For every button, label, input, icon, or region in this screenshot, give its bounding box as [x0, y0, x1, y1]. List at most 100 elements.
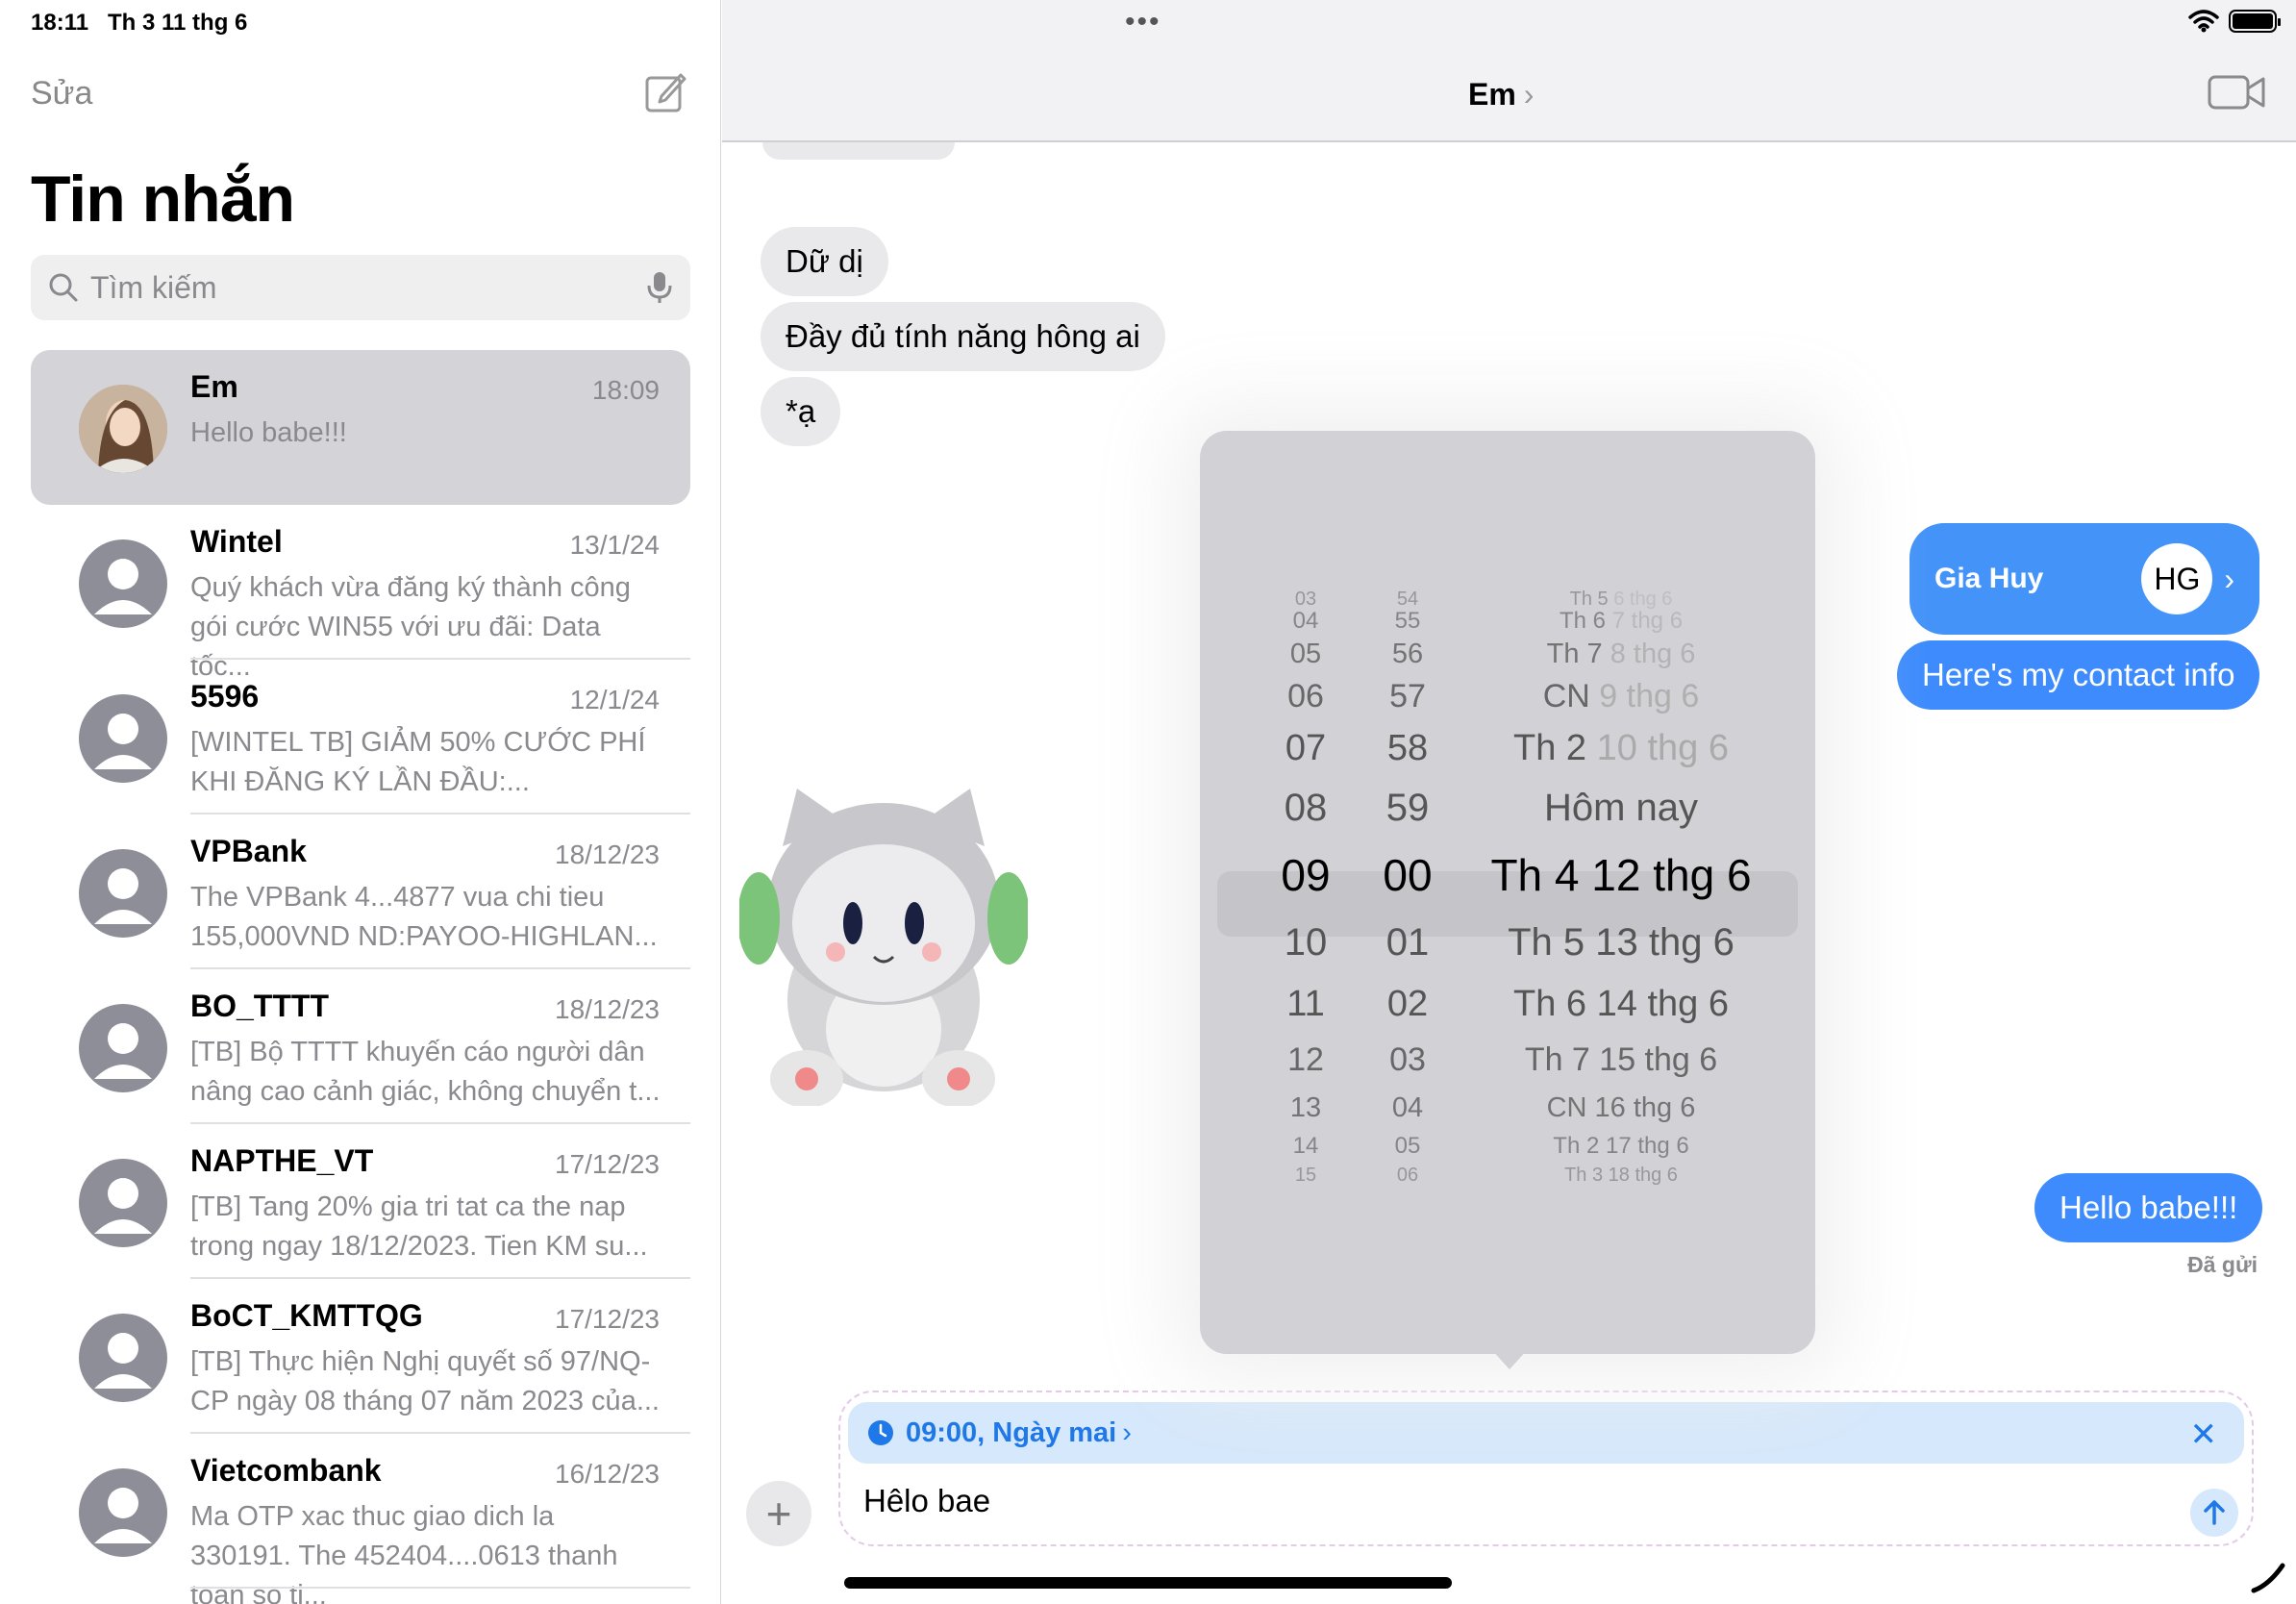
conversation-item-bo-tttt[interactable]: BO_TTTT 18/12/23 [TB] Bộ TTTT khuyến cáo…: [31, 969, 690, 1124]
picker-date: Th 5 13 thg 6: [1508, 920, 1734, 964]
picker-date: Th 2 10 thg 6: [1513, 727, 1729, 768]
avatar: [79, 1314, 167, 1402]
conversation-item-em[interactable]: Em 18:09 Hello babe!!!: [31, 350, 690, 505]
search-placeholder: Tìm kiếm: [90, 269, 217, 305]
conversation-list: Em 18:09 Hello babe!!! Wintel 13/1/24 Qu…: [31, 350, 690, 1604]
picker-date: Hôm nay: [1543, 786, 1699, 829]
conversation-name: BO_TTTT: [190, 989, 329, 1023]
outgoing-message[interactable]: Here's my contact info: [1897, 640, 2260, 710]
conversation-preview: [TB] Tang 20% gia tri tat ca the nap tro…: [190, 1191, 648, 1262]
conversation-item-vietcombank[interactable]: Vietcombank 16/12/23 Ma OTP xac thuc gia…: [31, 1434, 690, 1604]
picker-minute: 03: [1389, 1040, 1426, 1078]
picker-hour: 07: [1285, 727, 1327, 768]
picker-hour: 13: [1289, 1091, 1322, 1123]
chat-title[interactable]: Em ›: [1468, 77, 1534, 113]
conversation-name: NAPTHE_VT: [190, 1143, 374, 1178]
conversation-date: 18:09: [591, 375, 660, 405]
conversation-preview: Hello babe!!!: [190, 417, 347, 448]
picker-minute: 55: [1394, 608, 1421, 634]
conversation-date: 17/12/23: [555, 1149, 660, 1179]
chevron-right-icon: ›: [2224, 561, 2234, 596]
video-camera-icon[interactable]: [2208, 73, 2265, 112]
close-icon[interactable]: ✕: [2190, 1416, 2218, 1454]
contact-card[interactable]: Gia Huy HG ›: [1909, 523, 2259, 635]
picker-minute: 02: [1386, 983, 1429, 1024]
incoming-message[interactable]: *ạ: [761, 377, 841, 446]
conversation-date: 18/12/23: [555, 994, 660, 1024]
avatar: [79, 849, 167, 938]
schedule-time: 09:00, Ngày mai: [906, 1416, 1117, 1448]
conversation-item-boct-kmttqg[interactable]: BoCT_KMTTQG 17/12/23 [TB] Thực hiện Nghị…: [31, 1279, 690, 1434]
battery-icon: [2229, 10, 2281, 33]
picker-date: CN 9 thg 6: [1542, 677, 1700, 714]
status-time: 18:11: [31, 10, 89, 36]
avatar: [79, 694, 167, 783]
conversation-sidebar: 18:11 Th 3 11 thg 6 Sửa Tin nhắn Tìm kiế…: [0, 0, 721, 1604]
picker-date: Th 7 15 thg 6: [1524, 1040, 1718, 1078]
picker-minute: 59: [1385, 786, 1430, 829]
conversation-preview: [TB] Bộ TTTT khuyến cáo người dân nâng c…: [190, 1037, 661, 1107]
conversation-name: 5596: [190, 679, 260, 714]
date-time-picker[interactable]: 03 54 Th 5 6 thg 6 04 55 Th 6 7 thg 6 05…: [1200, 431, 1815, 1354]
arrow-up-icon: [2204, 1500, 2225, 1525]
picker-minute: 58: [1386, 727, 1429, 768]
scheduled-send-bar[interactable]: 09:00, Ngày mai › ✕: [848, 1402, 2244, 1464]
scribble-pencil-icon[interactable]: [2250, 1556, 2288, 1594]
picker-hour: 11: [1286, 983, 1325, 1024]
conversation-preview: The VPBank 4...4877 vua chi tieu 155,000…: [190, 882, 658, 952]
contact-card-name: Gia Huy: [1934, 563, 2044, 594]
picker-hour: 06: [1287, 677, 1324, 714]
avatar: [79, 1004, 167, 1092]
conversation-item-wintel[interactable]: Wintel 13/1/24 Quý khách vừa đăng ký thà…: [31, 505, 690, 682]
conversation-name: Em: [190, 369, 238, 404]
home-indicator[interactable]: [844, 1577, 1452, 1589]
picker-date: Th 4 12 thg 6: [1490, 850, 1752, 900]
picker-date: Th 3 18 thg 6: [1564, 1164, 1678, 1186]
conversation-preview: [WINTEL TB] GIẢM 50% CƯỚC PHÍ KHI ĐĂNG K…: [190, 727, 646, 797]
search-icon: [49, 273, 78, 302]
picker-minute: 01: [1385, 920, 1430, 964]
add-attachment-button[interactable]: +: [746, 1481, 811, 1546]
microphone-icon[interactable]: [646, 270, 673, 305]
incoming-message[interactable]: Dữ dị: [761, 227, 888, 296]
conversation-item-napthe-vt[interactable]: NAPTHE_VT 17/12/23 [TB] Tang 20% gia tri…: [31, 1124, 690, 1279]
wifi-icon: [2188, 10, 2219, 33]
avatar: [79, 1468, 167, 1557]
conversation-date: 17/12/23: [555, 1304, 660, 1334]
outgoing-message[interactable]: Hello babe!!!: [2034, 1173, 2263, 1242]
avatar: [79, 385, 167, 473]
message-input[interactable]: Hêlo bae: [863, 1483, 990, 1519]
avatar: [79, 1159, 167, 1247]
multitasking-dots-icon[interactable]: •••: [1125, 6, 1161, 38]
conversation-item-5596[interactable]: 5596 12/1/24 [WINTEL TB] GIẢM 50% CƯỚC P…: [31, 660, 690, 815]
picker-minute: 00: [1383, 850, 1433, 900]
picker-minute: 06: [1396, 1164, 1419, 1186]
chat-header: ••• Em ›: [722, 0, 2296, 142]
compose-icon[interactable]: [644, 71, 686, 113]
conversation-date: 16/12/23: [555, 1459, 660, 1489]
picker-minute: 04: [1391, 1091, 1424, 1123]
conversation-date: 13/1/24: [569, 530, 660, 560]
picker-minute: 05: [1394, 1133, 1421, 1159]
status-indicators: [2188, 10, 2281, 33]
search-field[interactable]: Tìm kiếm: [31, 255, 690, 320]
conversation-name: Vietcombank: [190, 1453, 382, 1488]
contact-card-avatar: HG: [2141, 543, 2213, 614]
edit-button[interactable]: Sửa: [31, 75, 92, 113]
send-button[interactable]: [2190, 1489, 2238, 1537]
picker-hour: 10: [1284, 920, 1328, 964]
message-bubble-partial: [762, 142, 955, 160]
incoming-message[interactable]: Đầy đủ tính năng hông ai: [761, 302, 1165, 371]
picker-date: CN 16 thg 6: [1546, 1091, 1696, 1123]
conversation-name: VPBank: [190, 834, 307, 868]
picker-date: Th 7 8 thg 6: [1546, 638, 1696, 669]
page-title: Tin nhắn: [31, 163, 295, 236]
picker-minute: 57: [1389, 677, 1426, 714]
picker-date: Th 6 14 thg 6: [1513, 983, 1729, 1024]
conversation-item-vpbank[interactable]: VPBank 18/12/23 The VPBank 4...4877 vua …: [31, 815, 690, 969]
picker-hour: 14: [1292, 1133, 1319, 1159]
chevron-right-icon: ›: [1523, 77, 1535, 112]
compose-box: 09:00, Ngày mai › ✕ Hêlo bae: [838, 1391, 2254, 1546]
clock-icon: [868, 1420, 893, 1445]
cat-plush-sticker[interactable]: [739, 779, 1028, 1106]
